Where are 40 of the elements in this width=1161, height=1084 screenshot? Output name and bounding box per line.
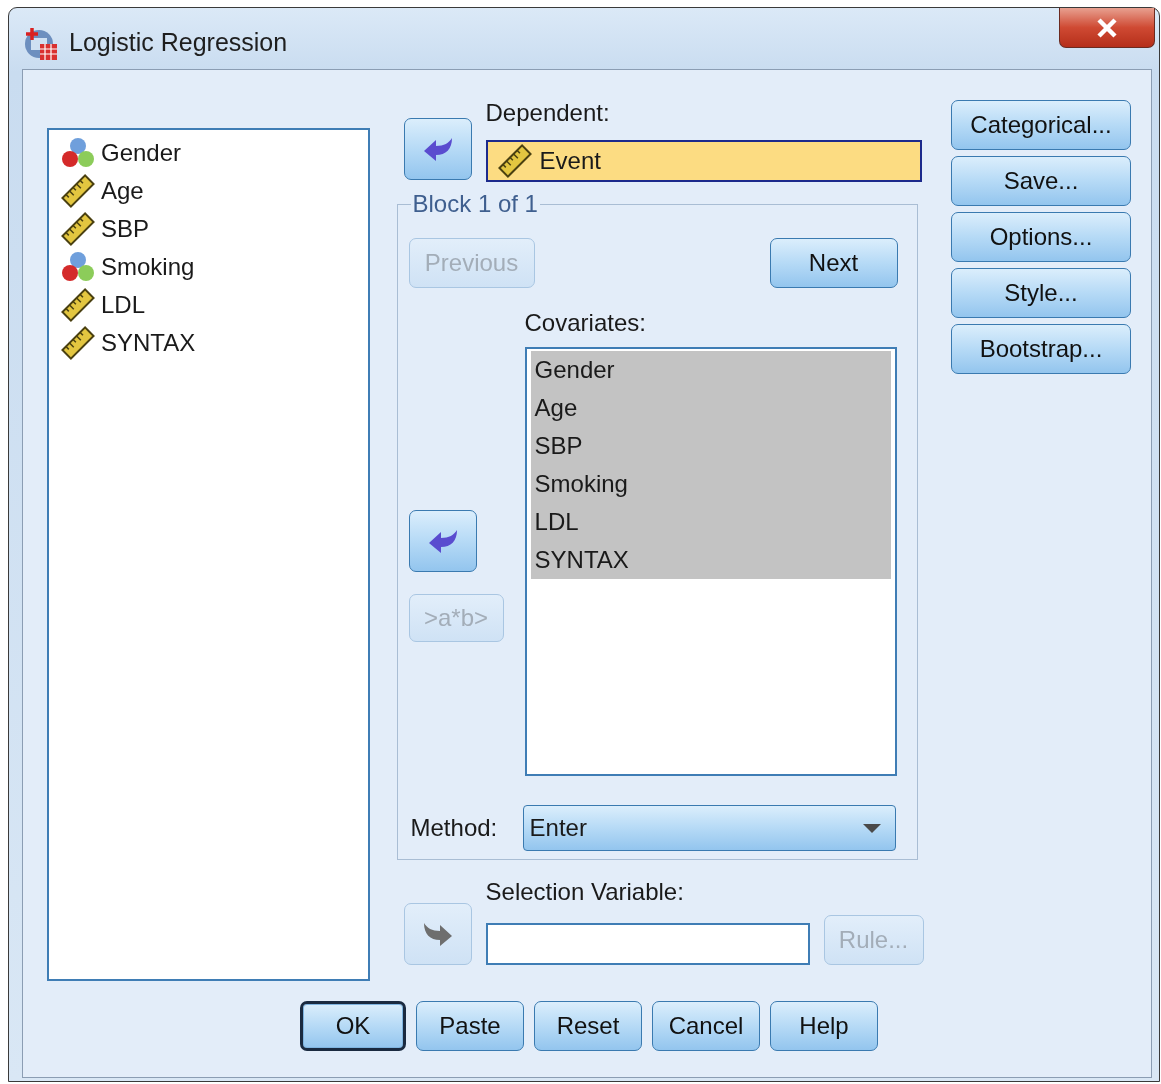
option-button[interactable]: Options... [951, 212, 1131, 262]
close-button[interactable] [1059, 8, 1155, 48]
variable-item[interactable]: Smoking [57, 248, 360, 286]
move-button[interactable] [408, 510, 477, 572]
covariate-item[interactable]: Gender [530, 351, 891, 389]
covariate-item[interactable]: Smoking [530, 465, 891, 503]
dropdown-caret-icon [862, 823, 881, 833]
nominal-icon [61, 250, 95, 284]
dialog-button[interactable]: Paste [416, 1001, 524, 1051]
method-label: Method: [409, 815, 499, 841]
variable-item[interactable]: SYNTAX [57, 324, 360, 362]
covariate-item[interactable]: Age [530, 389, 891, 427]
option-button[interactable]: Bootstrap... [951, 324, 1131, 374]
data-table-icon [23, 26, 59, 62]
move-button[interactable] [403, 118, 472, 180]
dialog-button[interactable]: Help [770, 1001, 878, 1051]
nominal-icon [61, 136, 95, 170]
covariate-item[interactable]: SBP [530, 427, 891, 465]
block-title: Block 1 of 1 [411, 190, 539, 218]
variable-item[interactable]: Gender [57, 134, 360, 172]
covariates-label: Covariates: [524, 310, 647, 336]
covariate-item[interactable]: SYNTAX [530, 541, 891, 579]
selection-variable-field[interactable] [485, 923, 810, 965]
dependent-label: Dependent: [485, 100, 611, 126]
variable-item[interactable]: LDL [57, 286, 360, 324]
option-button[interactable]: Style... [951, 268, 1131, 318]
method-dropdown[interactable]: Enter [522, 805, 896, 851]
dialog-button[interactable]: OK [300, 1001, 406, 1051]
close-icon [1096, 17, 1118, 38]
covariate-item[interactable]: LDL [530, 503, 891, 541]
option-button[interactable]: Save... [951, 156, 1131, 206]
window-title: Logistic Regression [69, 28, 288, 57]
dialog-button[interactable]: Reset [534, 1001, 642, 1051]
dialog-button[interactable]: Cancel [652, 1001, 760, 1051]
selection-variable-label: Selection Variable: [485, 879, 685, 905]
variable-item[interactable]: SBP [57, 210, 360, 248]
dependent-field[interactable]: Event [485, 140, 922, 182]
option-button[interactable]: Categorical... [951, 100, 1131, 150]
variable-item[interactable]: Age [57, 172, 360, 210]
next-button[interactable]: Next [769, 238, 898, 288]
